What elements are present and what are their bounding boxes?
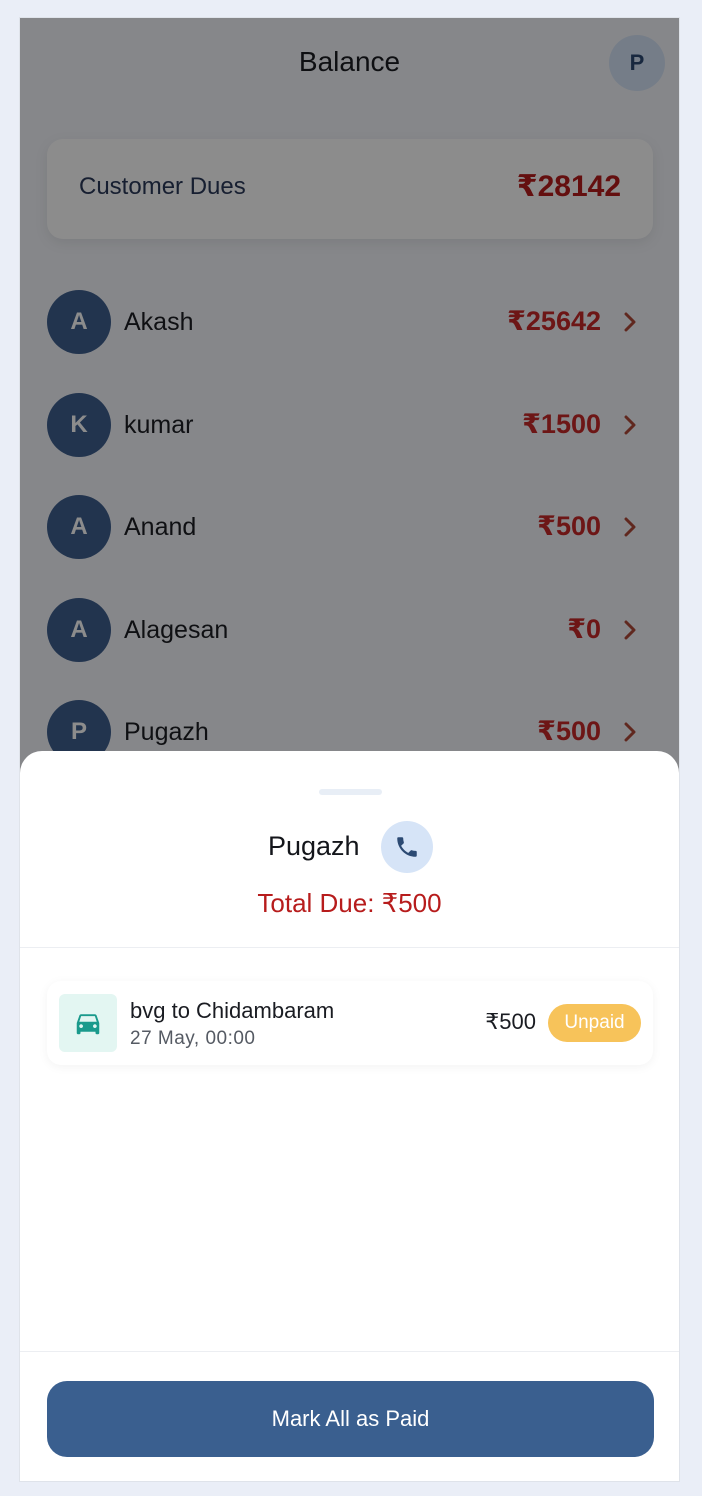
app-screen: Balance P Customer Dues ₹28142 A Akash ₹…: [19, 17, 680, 1482]
status-badge: Unpaid: [548, 1004, 641, 1042]
customer-detail-sheet: Pugazh Total Due: ₹500 bvg to Chidambara…: [20, 751, 679, 1481]
trip-amount: ₹500: [485, 1009, 536, 1034]
call-button[interactable]: [381, 821, 433, 873]
sheet-drag-handle[interactable]: [319, 789, 382, 795]
trip-date: 27 May, 00:00: [130, 1028, 256, 1049]
mark-all-paid-button[interactable]: Mark All as Paid: [47, 1381, 654, 1457]
trip-route: bvg to Chidambaram: [130, 998, 335, 1023]
trip-item[interactable]: bvg to Chidambaram 27 May, 00:00 ₹500 Un…: [47, 981, 653, 1065]
divider: [20, 947, 679, 948]
car-icon: [76, 1014, 100, 1035]
sheet-customer-name: Pugazh: [268, 831, 360, 861]
trip-icon-box: [59, 994, 117, 1052]
divider: [20, 1351, 679, 1352]
total-due: Total Due: ₹500: [257, 888, 442, 918]
phone-icon: [397, 837, 417, 857]
